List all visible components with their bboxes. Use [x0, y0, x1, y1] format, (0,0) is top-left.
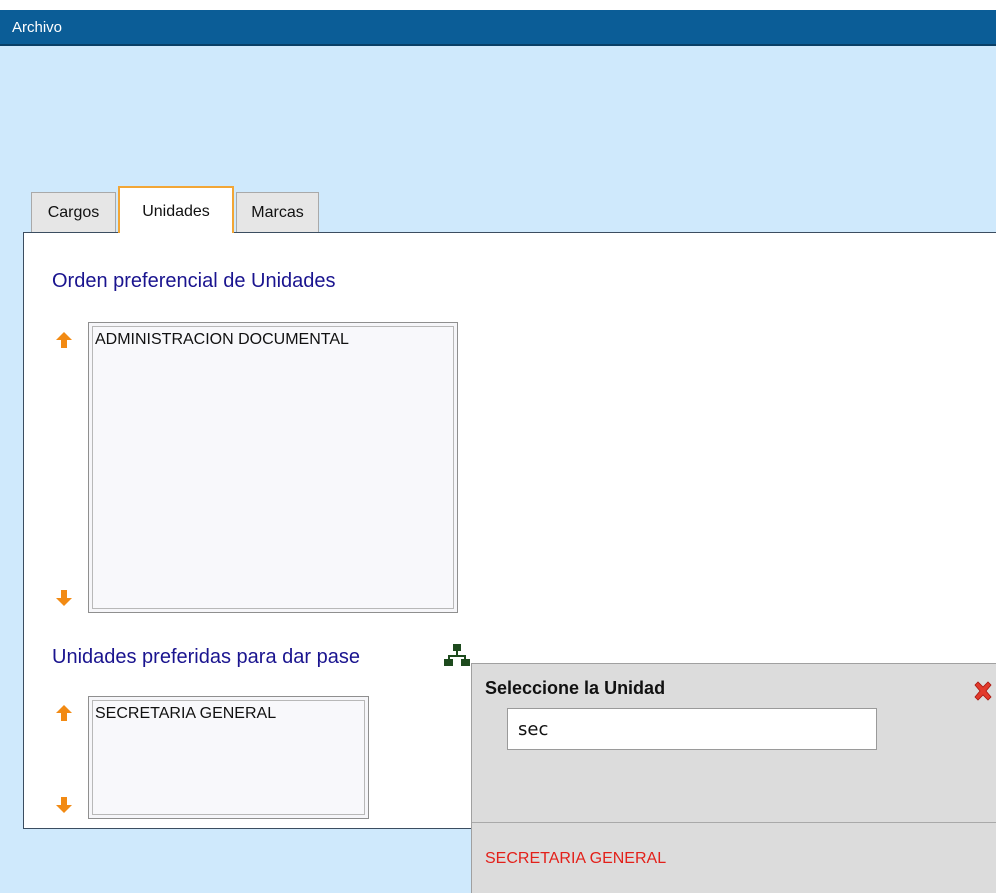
- top-strip: [0, 0, 996, 10]
- arrow-up-icon[interactable]: [55, 704, 73, 722]
- org-chart-icon[interactable]: [444, 642, 470, 668]
- tab-marcas[interactable]: Marcas: [236, 192, 319, 232]
- list-item[interactable]: SECRETARIA GENERAL: [95, 705, 276, 723]
- select-unidad-popup: Seleccione la Unidad SECRETARIA GENERAL: [471, 663, 996, 893]
- arrow-down-icon[interactable]: [55, 589, 73, 607]
- section-title-unidades-preferidas: Unidades preferidas para dar pase: [52, 646, 360, 668]
- section-title-orden-preferencial: Orden preferencial de Unidades: [52, 270, 336, 292]
- tab-unidades[interactable]: Unidades: [118, 186, 234, 233]
- unidad-search-input[interactable]: [507, 708, 877, 750]
- unidades-preferidas-listbox[interactable]: SECRETARIA GENERAL: [88, 696, 369, 819]
- search-result-item[interactable]: SECRETARIA GENERAL: [485, 850, 666, 868]
- unidades-order-listbox[interactable]: ADMINISTRACION DOCUMENTAL: [88, 322, 458, 613]
- menu-item-archivo[interactable]: Archivo: [12, 19, 62, 36]
- arrow-up-icon[interactable]: [55, 331, 73, 349]
- popup-title: Seleccione la Unidad: [485, 678, 666, 698]
- tab-cargos[interactable]: Cargos: [31, 192, 116, 232]
- list-item[interactable]: ADMINISTRACION DOCUMENTAL: [95, 331, 349, 349]
- menu-bar: Archivo: [0, 10, 996, 46]
- arrow-down-icon[interactable]: [55, 796, 73, 814]
- close-icon[interactable]: [972, 680, 994, 702]
- divider: [472, 822, 996, 823]
